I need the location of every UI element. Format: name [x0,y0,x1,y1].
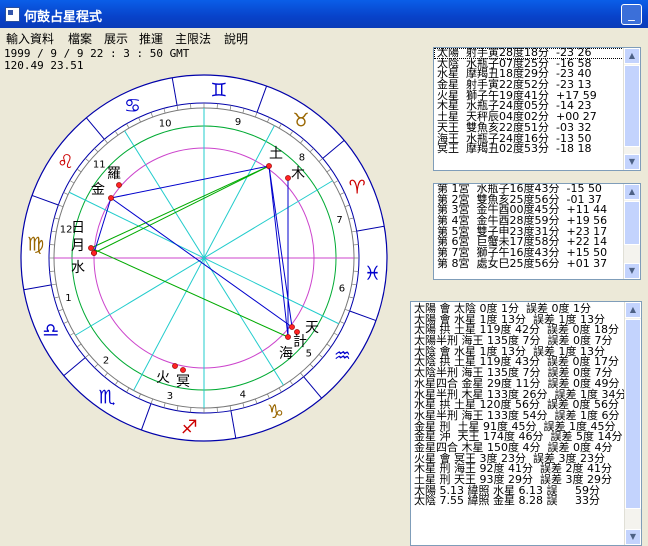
planet-label-venus: 金 [91,182,105,198]
zodiac-sign-glyph: ♉ [292,110,309,132]
house-number: 9 [235,117,241,128]
planet-marker [266,163,272,169]
zodiac-sign-glyph: ♈ [349,177,366,199]
planet-label-node: 羅 [107,166,121,182]
scroll-up-arrow[interactable]: ▲ [624,48,640,64]
planet-marker [180,367,186,373]
scroll-down-arrow[interactable]: ▼ [625,529,641,545]
planet-label-mercury: 水 [71,260,85,276]
planet-marker [108,195,114,201]
house-number: 6 [339,283,345,294]
scroll-thumb[interactable] [624,65,640,147]
house-number: 3 [167,391,173,402]
zodiac-sign-glyph: ♓ [364,263,381,285]
zodiac-sign-glyph: ♏ [99,386,116,408]
planet-list-scrollbar[interactable]: ▲ ▼ [623,48,640,170]
horoscope-wheel: ♈♉♊♋♌♍♎♏♐♑♒♓ 123 456789101112 日月水金羅土木天海計火… [20,74,388,442]
planet-label-uranus: 天 [305,320,319,336]
menu-file[interactable]: 檔案 [68,30,92,47]
planet-label-part: 計 [293,334,307,350]
scroll-up-arrow[interactable]: ▲ [625,302,641,318]
app-icon[interactable] [5,7,20,22]
house-cusp-list[interactable]: 第 1宮 水瓶子16度43分 -15 50 第 2宮 雙魚亥25度56分 -01 … [433,183,641,280]
planet-label-neptune: 海 [279,346,293,362]
planet-label-sun: 日 [71,220,85,236]
house-number: 10 [159,118,172,129]
house-number: 2 [103,355,109,366]
house-number: 11 [93,160,106,171]
planet-marker [91,250,97,256]
house-number: 7 [336,215,342,226]
planet-marker [289,324,295,330]
house-list-scrollbar[interactable]: ▲ ▼ [623,184,640,279]
zodiac-sign-glyph: ♐ [181,416,198,438]
menu-display[interactable]: 展示 [104,30,128,47]
planet-label-saturn: 土 [269,146,283,162]
zodiac-sign-glyph: ♊ [210,80,227,102]
minimize-button[interactable]: _ [621,4,642,25]
house-number: 1 [65,293,71,304]
menu-primary-direction[interactable]: 主限法 [175,30,211,47]
zodiac-sign-glyph: ♍ [27,233,44,255]
scroll-thumb[interactable] [624,201,640,245]
scroll-down-arrow[interactable]: ▼ [624,154,640,170]
scroll-down-arrow[interactable]: ▼ [624,263,640,279]
planet-marker [285,175,291,181]
zodiac-sign-glyph: ♌ [57,151,74,173]
zodiac-sign-glyph: ♑ [267,401,284,423]
planet-label-mars: 火 [156,370,170,386]
menu-help[interactable]: 說明 [224,30,248,47]
planet-position-list[interactable]: 太陽 射手寅28度18分 -23 26 太陰 水瓶子07度25分 -16 58 水星… [433,47,641,171]
title-bar: 何鼓占星程式 _ [0,0,648,28]
zodiac-sign-glyph: ♎ [42,319,59,341]
aspect-list[interactable]: 太陽 會 太陰 0度 1分 誤差 0度 1分 太陽 會 水星 1度 13分 誤差 … [410,301,642,546]
aspect-list-scrollbar[interactable]: ▲ ▼ [624,302,641,545]
planet-marker [172,363,178,369]
planet-label-pluto: 冥 [176,374,190,390]
house-number: 8 [299,153,305,164]
planet-marker [88,245,94,251]
list-item[interactable]: 第 8宮 處女巳25度56分 +01 37 [434,258,640,270]
window-title: 何鼓占星程式 [24,10,103,25]
menu-input-data[interactable]: 輸入資料 [6,30,54,47]
planet-label-jupiter: 木 [291,166,305,182]
menu-progression[interactable]: 推運 [139,30,163,47]
list-item[interactable]: 冥王 摩羯丑02度53分 -18 18 [434,143,640,155]
zodiac-sign-glyph: ♋ [124,95,141,117]
scroll-thumb[interactable] [625,319,641,509]
scroll-up-arrow[interactable]: ▲ [624,184,640,200]
zodiac-sign-glyph: ♒ [334,345,351,367]
house-number: 4 [240,390,246,401]
planet-marker [116,182,122,188]
menu-bar: 輸入資料 檔案 展示 推運 主限法 說明 [0,28,648,46]
planet-marker [285,334,291,340]
list-item[interactable]: 太陰 7.55 緯照 金星 8.28 誤 33分 [411,496,641,507]
planet-label-moon: 月 [71,238,85,254]
